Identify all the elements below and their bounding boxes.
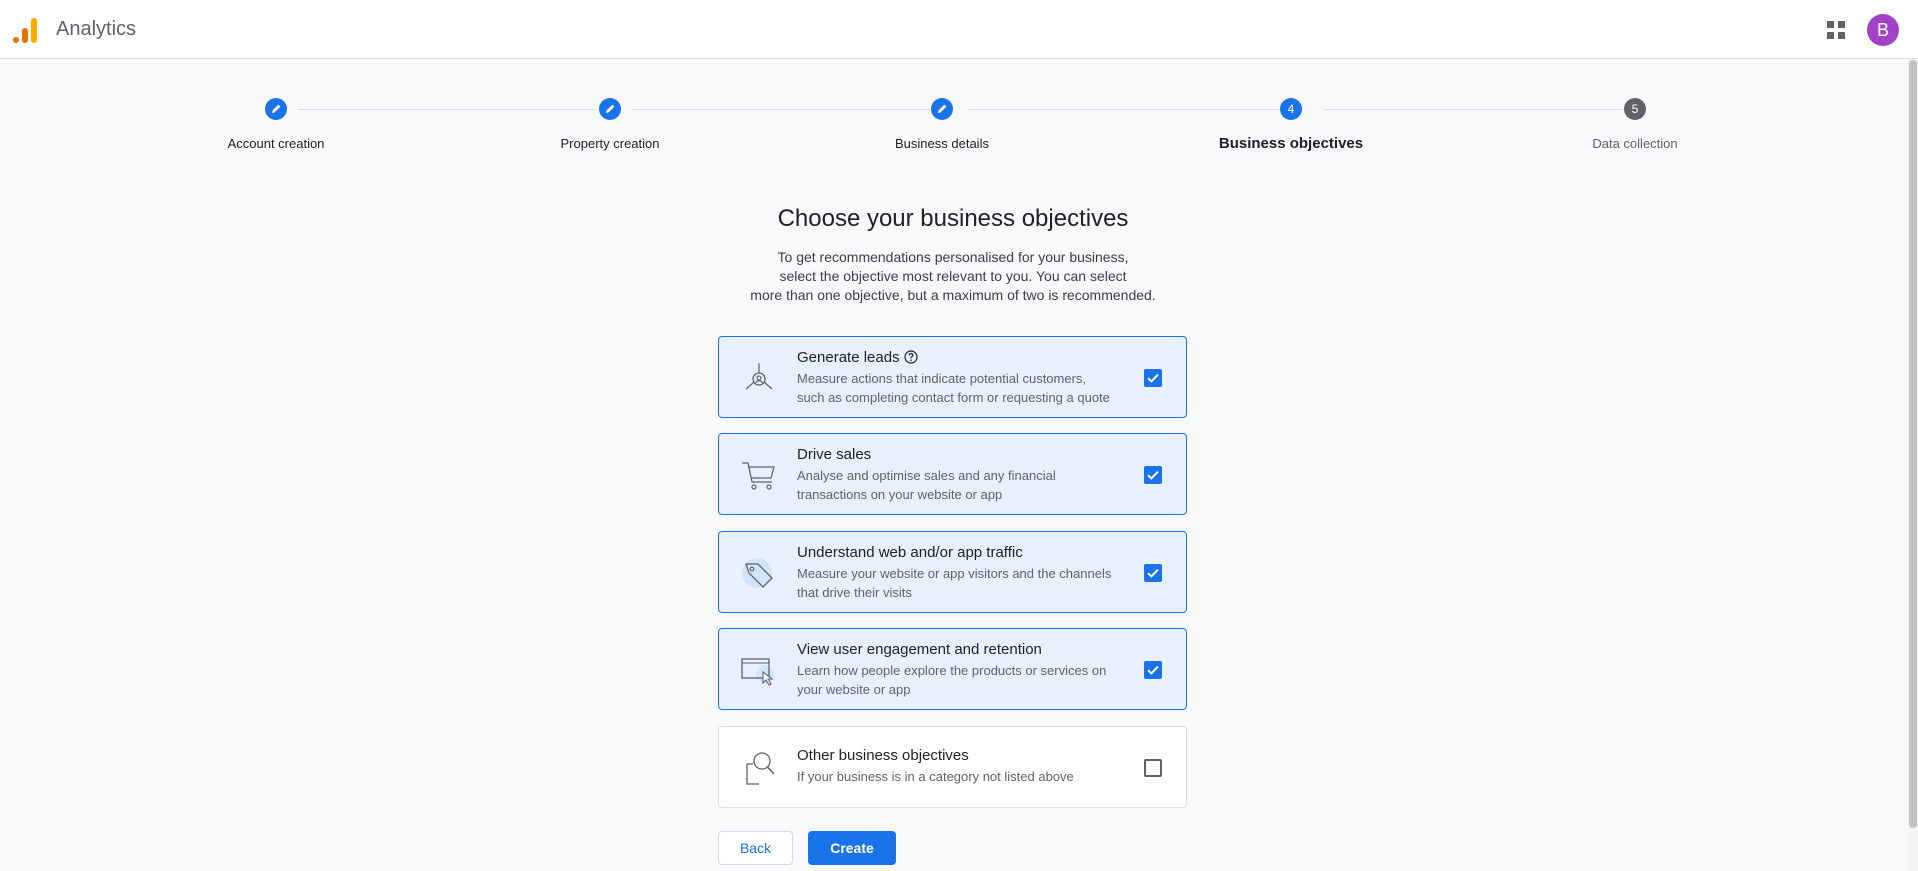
- page-subtitle: To get recommendations personalised for …: [710, 248, 1196, 305]
- magnifier-document-icon: [746, 752, 775, 785]
- account-avatar[interactable]: B: [1867, 14, 1899, 46]
- subtitle-line: To get recommendations personalised for …: [777, 249, 1129, 265]
- checkmark-icon: [1147, 470, 1159, 480]
- create-button[interactable]: Create: [808, 831, 896, 865]
- stepper-connector: [632, 109, 930, 110]
- description-line: transactions on your website or app: [797, 487, 1003, 502]
- stepper-connector: [1324, 109, 1623, 110]
- step-label-business-details: Business details: [895, 136, 989, 151]
- leads-target-icon: [745, 363, 773, 390]
- objective-description: Measure actions that indicate potential …: [797, 369, 1137, 407]
- objective-card-drive-sales[interactable]: Drive sales Analyse and optimise sales a…: [718, 433, 1187, 515]
- edit-pencil-icon: [606, 104, 615, 113]
- objective-description: Learn how people explore the products or…: [797, 661, 1137, 699]
- scrollbar-thumb[interactable]: [1909, 60, 1917, 828]
- apps-grid-icon[interactable]: [1826, 20, 1846, 40]
- description-line: Measure your website or app visitors and…: [797, 566, 1112, 581]
- objective-card-generate-leads[interactable]: Generate leads Measure actions that indi…: [718, 336, 1187, 418]
- objective-checkbox[interactable]: [1144, 564, 1162, 582]
- objective-title: Generate leads: [797, 349, 918, 366]
- description-line: that drive their visits: [797, 585, 912, 600]
- step-5-indicator: 5: [1624, 98, 1646, 120]
- checkmark-icon: [1147, 373, 1159, 383]
- analytics-logo-icon[interactable]: [12, 16, 40, 44]
- stepper-connector: [967, 109, 1287, 110]
- description-line: Learn how people explore the products or…: [797, 663, 1107, 678]
- step-label-data-collection: Data collection: [1592, 136, 1678, 151]
- back-button[interactable]: Back: [718, 831, 793, 865]
- objective-title: Other business objectives: [797, 747, 969, 764]
- step-3-edit-button[interactable]: [931, 98, 953, 120]
- stepper-connector: [298, 109, 595, 110]
- checkmark-icon: [1147, 665, 1159, 675]
- objective-description: If your business is in a category not li…: [797, 767, 1137, 786]
- objective-card-other[interactable]: Other business objectives If your busine…: [718, 726, 1187, 808]
- page-title: Choose your business objectives: [777, 205, 1129, 232]
- objective-checkbox[interactable]: [1144, 466, 1162, 484]
- objective-title-text: Generate leads: [797, 349, 900, 366]
- shopping-cart-icon: [742, 462, 775, 490]
- subtitle-line: select the objective most relevant to yo…: [779, 268, 1127, 284]
- step-label-property-creation: Property creation: [560, 136, 660, 151]
- browser-cursor-icon: [741, 658, 774, 686]
- objective-title: View user engagement and retention: [797, 641, 1042, 658]
- top-app-bar: Analytics B: [0, 0, 1918, 59]
- help-icon[interactable]: [903, 350, 918, 364]
- objective-description: Measure your website or app visitors and…: [797, 564, 1137, 602]
- step-4-indicator: 4: [1280, 98, 1302, 120]
- objective-title: Understand web and/or app traffic: [797, 544, 1023, 561]
- step-label-account-creation: Account creation: [227, 136, 325, 151]
- step-label-business-objectives: Business objectives: [1218, 135, 1364, 152]
- objective-checkbox[interactable]: [1144, 369, 1162, 387]
- checkmark-icon: [1147, 568, 1159, 578]
- edit-pencil-icon: [938, 104, 947, 113]
- objective-card-web-app-traffic[interactable]: Understand web and/or app traffic Measur…: [718, 531, 1187, 613]
- description-line: If your business is in a category not li…: [797, 769, 1074, 784]
- objective-title: Drive sales: [797, 446, 872, 463]
- description-line: Analyse and optimise sales and any finan…: [797, 468, 1056, 483]
- objective-card-user-engagement[interactable]: View user engagement and retention Learn…: [718, 628, 1187, 710]
- description-line: your website or app: [797, 682, 911, 697]
- step-2-edit-button[interactable]: [599, 98, 621, 120]
- app-title[interactable]: Analytics: [56, 18, 136, 41]
- edit-pencil-icon: [272, 104, 281, 113]
- step-1-edit-button[interactable]: [265, 98, 287, 120]
- objective-checkbox[interactable]: [1144, 661, 1162, 679]
- description-line: such as completing contact form or reque…: [797, 390, 1110, 405]
- tag-icon: [742, 558, 773, 588]
- objective-description: Analyse and optimise sales and any finan…: [797, 466, 1137, 504]
- description-line: Measure actions that indicate potential …: [797, 371, 1087, 386]
- subtitle-line: more than one objective, but a maximum o…: [750, 287, 1156, 303]
- objective-checkbox[interactable]: [1144, 759, 1162, 777]
